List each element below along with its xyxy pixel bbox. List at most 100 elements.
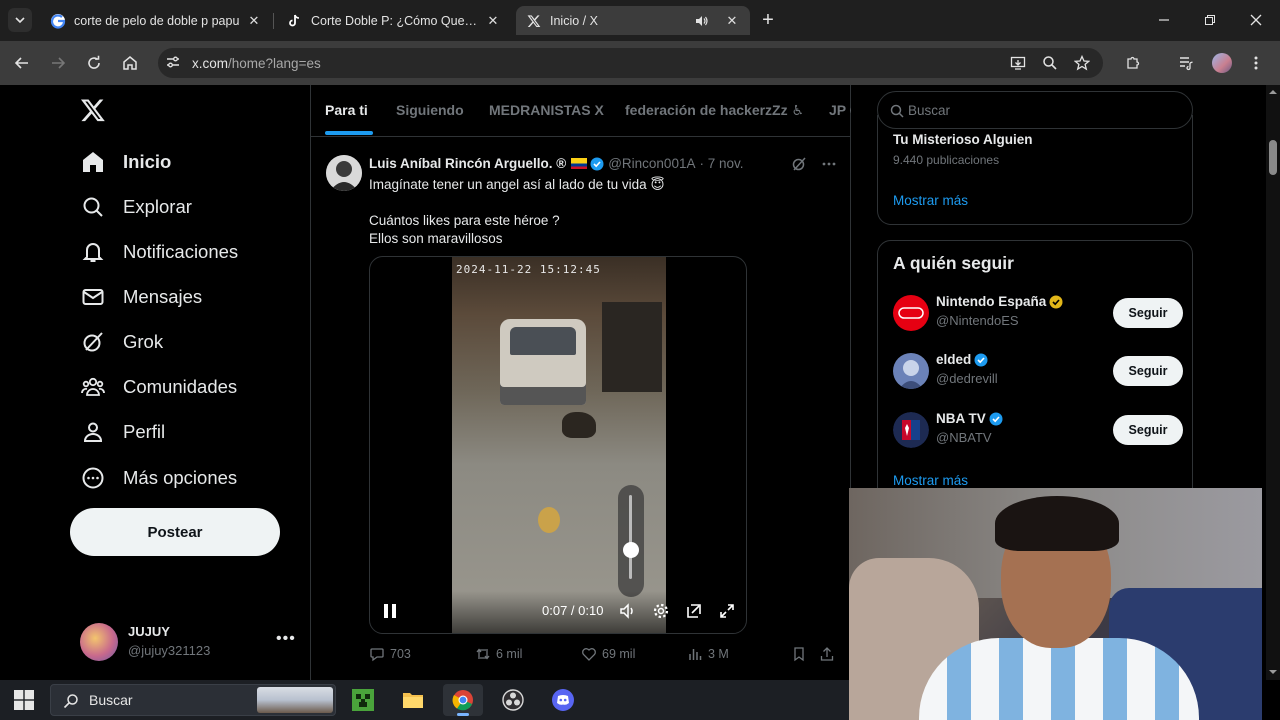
restore-button[interactable] xyxy=(1187,0,1233,40)
scroll-up-icon[interactable] xyxy=(1266,87,1280,97)
show-more-link[interactable]: Mostrar más xyxy=(893,193,968,208)
volume-knob[interactable] xyxy=(623,541,639,558)
follow-button[interactable]: Seguir xyxy=(1113,356,1183,386)
tab-following[interactable]: Siguiendo xyxy=(396,102,464,118)
nav-communities[interactable]: Comunidades xyxy=(80,367,237,407)
taskbar-app-obs[interactable] xyxy=(493,684,533,716)
close-window-button[interactable] xyxy=(1233,0,1279,40)
avatar[interactable] xyxy=(893,353,929,389)
url-host: x.com xyxy=(192,55,229,71)
nav-notifications[interactable]: Notificaciones xyxy=(80,232,238,272)
dog-shape xyxy=(562,412,596,438)
suggestion-name[interactable]: elded xyxy=(936,352,971,367)
browser-tab-1[interactable]: corte de pelo de doble p papu ✕ xyxy=(40,6,272,35)
like-button[interactable]: 69 mil xyxy=(581,646,635,662)
nav-grok[interactable]: Grok xyxy=(80,322,163,362)
zoom-button[interactable] xyxy=(1038,51,1062,75)
pause-button[interactable] xyxy=(380,601,400,621)
address-bar[interactable]: x.com/home?lang=es xyxy=(158,48,1103,78)
tweet-date[interactable]: · 7 nov. xyxy=(699,156,743,171)
show-more-link[interactable]: Mostrar más xyxy=(893,473,968,488)
x-logo-icon[interactable] xyxy=(80,97,106,123)
author-name[interactable]: Luis Aníbal Rincón Arguello. ® xyxy=(369,156,566,171)
install-app-button[interactable] xyxy=(1006,51,1030,75)
forward-button[interactable] xyxy=(46,51,70,75)
speaker-icon[interactable] xyxy=(694,13,710,29)
more-icon[interactable]: ••• xyxy=(276,630,296,648)
tab-search-button[interactable] xyxy=(8,8,32,32)
repost-count: 6 mil xyxy=(496,647,523,661)
scrollbar-thumb[interactable] xyxy=(1269,140,1277,175)
media-controls-button[interactable] xyxy=(1174,51,1198,75)
suggestion-name[interactable]: NBA TV xyxy=(936,411,986,426)
taskbar-app-minecraft[interactable] xyxy=(343,684,383,716)
volume-slider[interactable] xyxy=(618,485,644,597)
trend-name[interactable]: Tu Misterioso Alguien xyxy=(893,132,1033,147)
avatar[interactable] xyxy=(893,412,929,448)
restore-icon xyxy=(1205,15,1215,25)
bookmark-star-button[interactable] xyxy=(1070,51,1094,75)
follow-button[interactable]: Seguir xyxy=(1113,415,1183,445)
share-button[interactable] xyxy=(819,646,835,662)
page-scrollbar[interactable] xyxy=(1266,85,1280,680)
extensions-button[interactable] xyxy=(1121,51,1145,75)
follow-suggestion[interactable]: NBA TV @NBATV Seguir xyxy=(893,410,1183,452)
follow-button[interactable]: Seguir xyxy=(1113,298,1183,328)
close-tab-icon[interactable]: ✕ xyxy=(485,13,501,29)
new-tab-button[interactable]: + xyxy=(758,9,778,31)
reload-button[interactable] xyxy=(82,51,106,75)
avatar[interactable] xyxy=(893,295,929,331)
tab-medranistas[interactable]: MEDRANISTAS X xyxy=(489,102,604,118)
suggestion-name[interactable]: Nintendo España xyxy=(936,294,1046,309)
settings-button[interactable] xyxy=(651,601,671,621)
account-switcher[interactable]: JUJUY @jujuy321123 ••• xyxy=(80,622,300,662)
tab-for-you[interactable]: Para ti xyxy=(325,102,368,118)
video-player[interactable]: 2024-11-22 15:12:45 0:07 / 0:10 xyxy=(369,256,747,634)
video-frame[interactable]: 2024-11-22 15:12:45 xyxy=(452,257,666,633)
nav-label: Explorar xyxy=(123,196,192,217)
repost-button[interactable]: 6 mil xyxy=(475,646,522,662)
reply-button[interactable]: 703 xyxy=(369,646,411,662)
search-input[interactable]: Buscar xyxy=(877,91,1193,129)
avatar[interactable] xyxy=(326,155,362,191)
close-tab-icon[interactable]: ✕ xyxy=(724,13,740,29)
tab-hackerzzz[interactable]: federación de hackerzZz ♿ xyxy=(625,102,804,119)
home-button[interactable] xyxy=(118,51,142,75)
taskbar-app-chrome[interactable] xyxy=(443,684,483,716)
browser-tab-3[interactable]: Inicio / X ✕ xyxy=(516,6,750,35)
nav-home[interactable]: Inicio xyxy=(80,142,171,182)
close-tab-icon[interactable]: ✕ xyxy=(246,13,262,29)
author-handle[interactable]: @Rincon001A xyxy=(608,156,695,171)
taskbar-app-discord[interactable] xyxy=(543,684,583,716)
back-button[interactable] xyxy=(10,51,34,75)
scroll-down-icon[interactable] xyxy=(1266,667,1280,677)
post-button[interactable]: Postear xyxy=(70,508,280,556)
nav-messages[interactable]: Mensajes xyxy=(80,277,202,317)
follow-suggestion[interactable]: Nintendo España @NintendoES Seguir xyxy=(893,293,1183,335)
follow-suggestion[interactable]: elded @dedrevill Seguir xyxy=(893,351,1183,393)
communities-icon xyxy=(80,374,106,400)
taskbar-app-file-explorer[interactable] xyxy=(393,684,433,716)
views-button[interactable]: 3 M xyxy=(687,646,729,662)
minimize-button[interactable] xyxy=(1141,0,1187,40)
search-icon xyxy=(80,194,106,220)
mute-button[interactable] xyxy=(618,601,638,621)
nav-explore[interactable]: Explorar xyxy=(80,187,192,227)
profile-button[interactable] xyxy=(1210,51,1234,75)
fullscreen-button[interactable] xyxy=(717,601,737,621)
nav-label: Más opciones xyxy=(123,467,238,488)
more-icon[interactable] xyxy=(821,156,837,172)
taskbar-search-input[interactable]: Buscar xyxy=(50,684,336,716)
nav-profile[interactable]: Perfil xyxy=(80,412,165,452)
suggestion-name-row: elded xyxy=(936,352,988,367)
bookmark-button[interactable] xyxy=(791,646,807,662)
chrome-menu-button[interactable] xyxy=(1244,51,1268,75)
grok-icon[interactable] xyxy=(791,156,807,172)
pip-button[interactable] xyxy=(684,601,704,621)
windows-start-icon[interactable] xyxy=(14,690,34,710)
nav-more-options[interactable]: Más opciones xyxy=(80,458,237,498)
tab-jp[interactable]: JP C xyxy=(829,102,851,118)
tweet-actions: 703 6 mil 69 mil 3 M xyxy=(369,644,849,666)
site-info-icon[interactable] xyxy=(165,54,181,70)
browser-tab-2[interactable]: Corte Doble P: ¿Cómo Quedó e ✕ xyxy=(277,6,511,35)
